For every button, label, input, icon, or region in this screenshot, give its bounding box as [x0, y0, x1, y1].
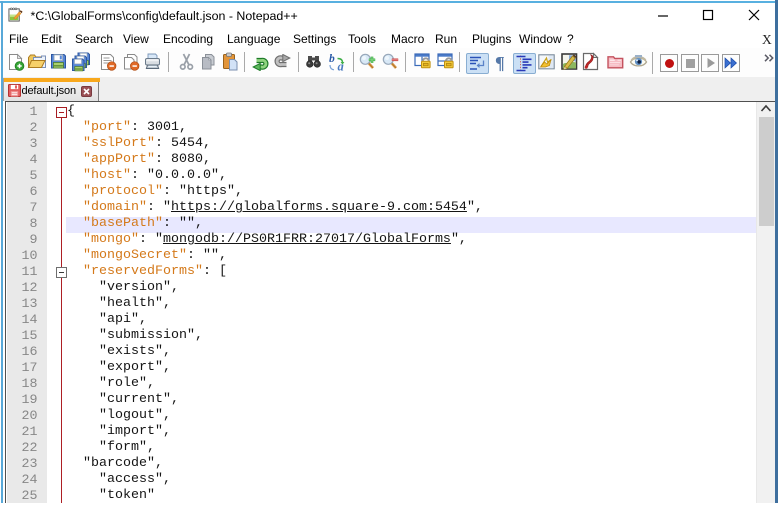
svg-text:b: b [329, 53, 335, 65]
